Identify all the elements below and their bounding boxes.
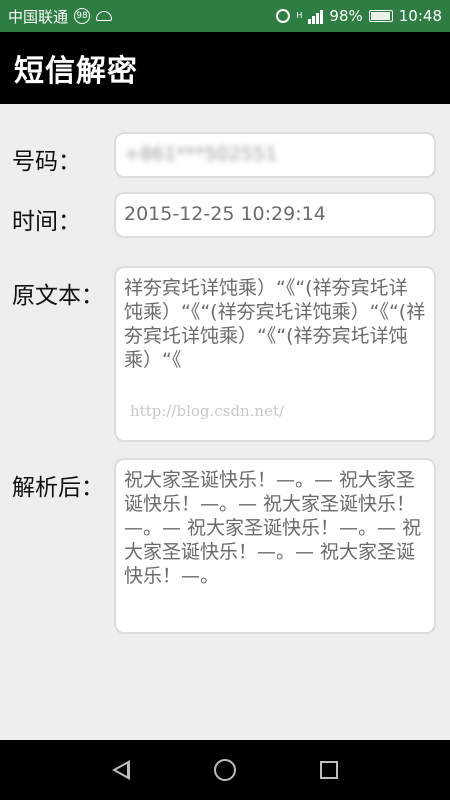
signal-icon [308, 8, 324, 24]
time-label: 时间： [12, 209, 81, 235]
android-icon [96, 11, 113, 21]
parsed-text-value: 祝大家圣诞快乐！—。— 祝大家圣诞快乐！—。— 祝大家圣诞快乐！—。— 祝大家圣… [124, 469, 422, 587]
status-right: H 98% 10:48 [276, 7, 442, 25]
app-bar: 短信解密 [0, 32, 450, 104]
battery-percent: 98% [329, 7, 363, 25]
phone-label: 号码： [12, 149, 81, 175]
parsed-label: 解析后： [12, 475, 104, 501]
time-field[interactable]: 2015-12-25 10:29:14 [114, 192, 436, 238]
page-title: 短信解密 [14, 54, 138, 89]
time-value: 2015-12-25 10:29:14 [124, 203, 326, 225]
original-text-value: 祥夯宾圫详饨乘）“《“(祥夯宾圫详饨乘）“《“(祥夯宾圫详饨乘）“《“(祥夯宾圫… [124, 277, 426, 371]
carrier-badge: 98 [74, 8, 91, 24]
parsed-text-field[interactable]: 祝大家圣诞快乐！—。— 祝大家圣诞快乐！—。— 祝大家圣诞快乐！—。— 祝大家圣… [114, 458, 436, 634]
carrier-name: 中国联通 [8, 7, 69, 26]
network-type-label: H [296, 11, 303, 20]
navigation-bar [0, 740, 450, 800]
recent-apps-icon[interactable] [320, 761, 338, 779]
phone-field[interactable]: +861***502551 [114, 132, 436, 178]
back-icon[interactable] [112, 760, 130, 780]
home-icon[interactable] [214, 759, 236, 781]
phone-value: +861***502551 [124, 143, 278, 165]
decrypt-form: 号码： +861***502551 时间： 2015-12-25 10:29:1… [0, 104, 450, 740]
watermark: http://blog.csdn.net/ [130, 402, 285, 420]
status-left: 中国联通 98 [8, 6, 113, 27]
network-type: H [296, 12, 302, 20]
alarm-icon [276, 9, 291, 23]
original-label: 原文本： [12, 283, 104, 309]
battery-icon [368, 10, 393, 22]
status-bar: 中国联通 98 H 98% 10:48 [0, 0, 450, 32]
clock: 10:48 [398, 7, 442, 25]
